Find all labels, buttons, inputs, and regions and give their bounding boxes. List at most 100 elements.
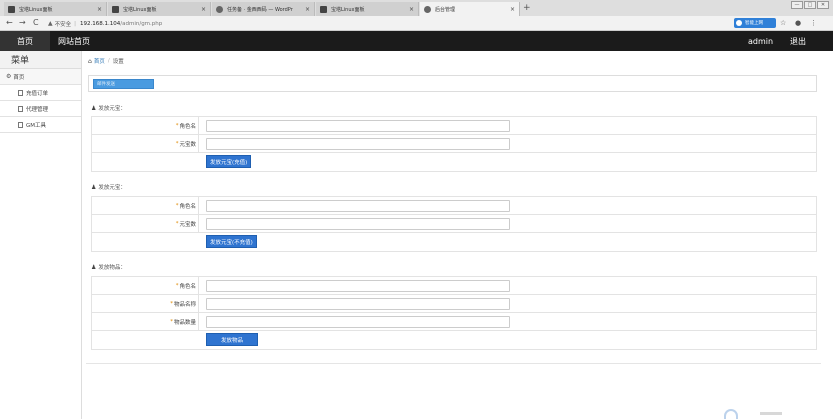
top-navbar: 首页 网站首页 admin 退出 [0, 31, 833, 51]
sidebar-item-gm-tools[interactable]: GM工具 [0, 117, 81, 133]
form-table-ingot-no-recharge: * 角色名 * 元宝数 发放元宝(不充值) [91, 196, 817, 252]
form-row: * 角色名 [92, 277, 816, 295]
url-separator: | [74, 20, 76, 27]
watermark [760, 412, 782, 415]
required-mark: * [170, 301, 173, 307]
browser-tab[interactable]: 宝塔Linux面板 × [108, 2, 211, 16]
required-mark: * [175, 203, 179, 209]
form-row: * 角色名 [92, 197, 816, 215]
close-window-button[interactable]: ✕ [817, 1, 829, 9]
breadcrumb-home-link[interactable]: 首页 [94, 57, 105, 65]
send-items-button[interactable]: 发放物品 [206, 333, 258, 346]
close-icon[interactable]: × [201, 6, 206, 13]
field-label: * 元宝数 [92, 215, 199, 233]
send-ingot-recharge-button[interactable]: 发放元宝(充值) [206, 155, 252, 168]
form-row: * 元宝数 [92, 135, 816, 153]
mail-send-button[interactable]: 邮件发送 [93, 79, 154, 89]
username-label[interactable]: admin [748, 31, 773, 51]
file-icon [18, 105, 23, 112]
form-button-row: 发放物品 [92, 331, 816, 349]
minimize-button[interactable]: — [791, 1, 803, 9]
sidebar-item-recharge-orders[interactable]: 充值订单 [0, 85, 81, 101]
close-icon[interactable]: × [97, 6, 102, 13]
section-title-text: 发放物品： [98, 265, 126, 271]
url-field[interactable]: ▲ 不安全 | 192.168.1.104 /admin/gm.php [48, 18, 718, 29]
url-path: /admin/gm.php [120, 20, 163, 27]
user-icon: ♟ [91, 183, 97, 191]
user-icon: ♟ [91, 104, 97, 112]
field-label-text: 角色名 [179, 124, 196, 130]
address-bar: ← → C ▲ 不安全 | 192.168.1.104 /admin/gm.ph… [0, 16, 833, 31]
logout-link[interactable]: 退出 [790, 31, 806, 51]
new-tab-button[interactable]: + [523, 3, 531, 13]
required-mark: * [170, 319, 173, 325]
item-name-input[interactable] [206, 298, 510, 310]
back-button[interactable]: ← [6, 18, 13, 27]
browser-tab-label: 宝塔Linux面板 [19, 6, 53, 13]
close-icon[interactable]: × [409, 6, 414, 13]
browser-tab[interactable]: 任务备 · 金西西码 — WordPr × [212, 2, 315, 16]
form-row: * 物品数量 [92, 313, 816, 331]
gear-icon: ⚙ [6, 73, 12, 80]
menu-icon[interactable]: ⋮ [810, 19, 817, 27]
maximize-button[interactable]: □ [804, 1, 816, 9]
form-button-row: 发放元宝(充值) [92, 153, 816, 171]
field-label: * 物品数量 [92, 313, 199, 331]
item-quantity-input[interactable] [206, 316, 510, 328]
field-label: * 物品名称 [92, 295, 199, 313]
home-icon: ⌂ [88, 57, 92, 65]
sidebar-item-agent-management[interactable]: 代理管理 [0, 101, 81, 117]
field-label-text: 物品名称 [173, 302, 196, 308]
section-title-text: 发放元宝： [98, 106, 126, 112]
window-controls: — □ ✕ [791, 1, 829, 9]
field-label-text: 元宝数 [179, 142, 196, 148]
required-mark: * [175, 283, 179, 289]
star-icon[interactable]: ☆ [780, 19, 786, 27]
form-table-ingot-recharge: * 角色名 * 元宝数 发放元宝(充值) [91, 116, 817, 172]
ingot-amount-input[interactable] [206, 138, 510, 150]
file-icon [18, 89, 23, 96]
browser-tab-strip: 宝塔Linux面板 × 宝塔Linux面板 × 任务备 · 金西西码 — Wor… [0, 0, 833, 16]
extension-button[interactable]: 智能上网 [734, 18, 776, 28]
role-name-input[interactable] [206, 120, 510, 132]
browser-tab[interactable]: 宝塔Linux面板 × [4, 2, 107, 16]
role-name-input[interactable] [206, 200, 510, 212]
form-row: * 物品名称 [92, 295, 816, 313]
panel-icon [8, 5, 15, 13]
security-status: 不安全 [54, 21, 72, 28]
ingot-amount-input[interactable] [206, 218, 510, 230]
sidebar-group-label: 首页 [13, 74, 25, 81]
reload-button[interactable]: C [33, 18, 39, 27]
section-title: ♟ 发放元宝： [91, 103, 126, 113]
breadcrumb: ⌂ 首页 / 设置 [88, 56, 124, 66]
send-ingot-no-recharge-button[interactable]: 发放元宝(不充值) [206, 235, 257, 248]
divider [86, 363, 821, 364]
file-icon [18, 121, 23, 128]
required-mark: * [175, 141, 179, 147]
globe-icon [424, 5, 431, 13]
extension-icon [736, 20, 742, 26]
sidebar: 菜单 ⚙ 首页 充值订单 代理管理 GM工具 [0, 51, 82, 419]
section-title-text: 发放元宝： [98, 185, 126, 191]
field-label-text: 角色名 [179, 204, 196, 210]
browser-tab-label: 宝塔Linux面板 [331, 6, 365, 13]
form-row: * 元宝数 [92, 215, 816, 233]
nav-home-link[interactable]: 首页 [0, 31, 50, 51]
account-icon[interactable]: ● [795, 19, 801, 27]
forward-button[interactable]: → [19, 18, 26, 27]
logo-icon [724, 409, 738, 419]
breadcrumb-current: 设置 [112, 59, 124, 65]
browser-tab[interactable]: 宝塔Linux面板 × [316, 2, 419, 16]
role-name-input[interactable] [206, 280, 510, 292]
browser-tab-active[interactable]: 后台管理 × [420, 2, 520, 16]
field-label: * 元宝数 [92, 135, 199, 153]
breadcrumb-separator: / [107, 58, 110, 64]
close-icon[interactable]: × [510, 6, 515, 13]
field-label: * 角色名 [92, 277, 199, 295]
form-button-row: 发放元宝(不充值) [92, 233, 816, 251]
close-icon[interactable]: × [305, 6, 310, 13]
sidebar-group-home[interactable]: ⚙ 首页 [0, 69, 81, 85]
browser-tab-label: 任务备 · 金西西码 — WordPr [227, 6, 293, 13]
required-mark: * [175, 123, 179, 129]
nav-site-home-link[interactable]: 网站首页 [58, 31, 90, 51]
